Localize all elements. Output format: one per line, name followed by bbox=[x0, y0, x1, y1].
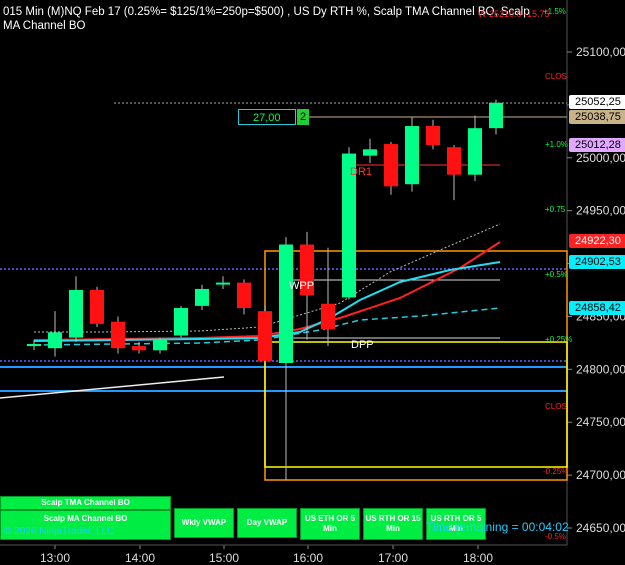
candle-up bbox=[48, 332, 62, 349]
candle-up bbox=[174, 307, 188, 336]
x-tick-label: 15:00 bbox=[209, 551, 239, 565]
pct-plus-1-0: +1.0% bbox=[545, 140, 568, 149]
candle-down bbox=[258, 311, 272, 361]
candle-up bbox=[405, 126, 419, 185]
x-tick-label: 13:00 bbox=[40, 551, 70, 565]
y-tick-label: 25000,00 bbox=[576, 151, 625, 165]
candle-down bbox=[111, 321, 125, 349]
candle-up bbox=[279, 244, 293, 363]
pct-minus-0-25: -0.25% bbox=[543, 467, 569, 476]
price-tag: 24922,30 bbox=[569, 234, 625, 248]
clos-label-bottom: CLOS bbox=[545, 402, 567, 411]
clos-label-top: CLOS bbox=[545, 72, 567, 81]
candle-up bbox=[468, 128, 482, 175]
x-tick-label: 17:00 bbox=[378, 551, 408, 565]
wkly-vwap-button[interactable]: Wkly VWAP bbox=[174, 508, 234, 538]
time-remaining: Time remaining = 00:04:02 bbox=[426, 520, 569, 534]
candle-down bbox=[90, 290, 104, 324]
white-trend-line bbox=[0, 376, 225, 399]
pct-plus-0-75: +0.75 bbox=[545, 205, 566, 214]
scalp-tma-channel-button[interactable]: Scalp TMA Channel BO bbox=[0, 496, 171, 510]
candle-down bbox=[321, 303, 335, 330]
candle-up bbox=[69, 290, 83, 338]
candle-down bbox=[237, 282, 251, 308]
price-tag: 24858,42 bbox=[569, 301, 625, 315]
candle-up bbox=[153, 339, 167, 351]
order-price-box[interactable]: 27,00 bbox=[238, 109, 296, 125]
x-tick-label: 16:00 bbox=[293, 551, 323, 565]
y-tick-label: 24950,00 bbox=[576, 204, 625, 218]
day-vwap-button[interactable]: Day VWAP bbox=[237, 508, 297, 538]
y-tick-label: 24750,00 bbox=[576, 415, 625, 429]
us-eth-or-5-button[interactable]: US ETH OR 5 Min bbox=[300, 508, 360, 540]
candle-down bbox=[447, 147, 461, 175]
y-tick-label: 25100,00 bbox=[576, 45, 625, 59]
candle-up bbox=[27, 343, 41, 347]
y-tick-label: 24800,00 bbox=[576, 362, 625, 376]
price-tag: 24902,53 bbox=[569, 255, 625, 269]
candle-down bbox=[426, 126, 440, 146]
x-tick-label: 14:00 bbox=[125, 551, 155, 565]
y-tick-label: 24650,00 bbox=[576, 521, 625, 535]
candle-up bbox=[195, 288, 209, 306]
order-quantity-badge[interactable]: 2 bbox=[297, 109, 309, 125]
candle-down bbox=[132, 346, 146, 351]
price-tag: 25052,25 bbox=[569, 95, 625, 109]
candle-up bbox=[489, 102, 503, 129]
dpp-label: DPP bbox=[351, 339, 374, 351]
chart-title: 015 Min (M)NQ Feb 17 (0.25%= $125/1%=250… bbox=[3, 6, 530, 32]
pct-plus-0-25: +0.25% bbox=[545, 335, 573, 344]
dr1-label: DR1 bbox=[350, 166, 373, 178]
us-rth-or-15-button[interactable]: US RTH OR 15 Min bbox=[363, 508, 423, 540]
overlay-price-text: W 25210.0 -15.75 bbox=[478, 9, 550, 19]
y-tick-label: 24700,00 bbox=[576, 468, 625, 482]
candle-up bbox=[216, 282, 230, 285]
x-tick-label: 18:00 bbox=[463, 551, 493, 565]
candle-down bbox=[384, 144, 398, 187]
pct-plus-0-5: +0.5% bbox=[545, 270, 568, 279]
price-tag: 25038,75 bbox=[569, 110, 625, 124]
pct-plus-1-5: +1.5% bbox=[543, 7, 566, 16]
copyright-text: © 2026 NinjaTrader, LLC bbox=[4, 526, 115, 537]
price-tag: 25012,28 bbox=[569, 138, 625, 152]
wpp-label: WPP bbox=[289, 280, 315, 292]
candle-up bbox=[363, 149, 377, 156]
